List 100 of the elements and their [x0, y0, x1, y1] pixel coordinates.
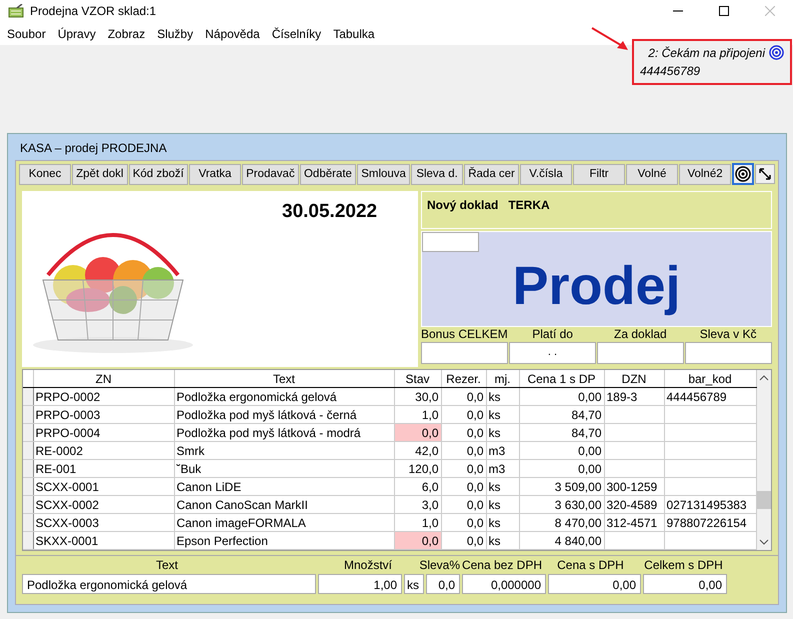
- table-cell: 0,0: [441, 460, 486, 478]
- connection-status: 2: Čekám na připojeni: [648, 46, 765, 60]
- column-header[interactable]: Stav: [394, 370, 441, 388]
- table-cell: 189-3: [604, 388, 664, 406]
- table-cell: Podložka pod myš látková - černá: [174, 406, 394, 424]
- table-cell: ks: [486, 424, 519, 442]
- table-cell: ks: [486, 532, 519, 550]
- table-cell: 8 470,00: [519, 514, 604, 532]
- column-header[interactable]: Rezer.: [441, 370, 486, 388]
- table-cell: 42,0: [394, 442, 441, 460]
- bonus-field[interactable]: [421, 342, 508, 364]
- table-cell: 3 509,00: [519, 478, 604, 496]
- table-cell: SCXX-0003: [33, 514, 174, 532]
- column-header[interactable]: ZN: [33, 370, 174, 388]
- column-header[interactable]: bar_kod: [664, 370, 756, 388]
- table-cell: 978807226154: [664, 514, 756, 532]
- table-cell: Canon CanoScan MarkII: [174, 496, 394, 514]
- toolbar-button[interactable]: Kód zboží: [128, 164, 188, 184]
- menu-item[interactable]: Zobraz: [108, 26, 146, 40]
- table-cell: 120,0: [394, 460, 441, 478]
- table-cell: 0,0: [441, 388, 486, 406]
- column-header[interactable]: mj.: [486, 370, 519, 388]
- table-cell: m3: [486, 460, 519, 478]
- table-cell: 320-4589: [604, 496, 664, 514]
- table-cell: Smrk: [174, 442, 394, 460]
- table-cell: Canon LiDE: [174, 478, 394, 496]
- entry-label: Cena bez DPH: [460, 558, 544, 572]
- table-cell: 0,00: [519, 460, 604, 478]
- table-cell: 0,0: [441, 424, 486, 442]
- bonus-field[interactable]: [597, 342, 684, 364]
- entry-label: Cena s DPH: [556, 558, 625, 572]
- bonus-label: Sleva v Kč: [698, 327, 758, 342]
- table-cell: 84,70: [519, 406, 604, 424]
- resize-icon[interactable]: [755, 164, 776, 184]
- scroll-up-icon[interactable]: [758, 374, 769, 382]
- menu-item[interactable]: Nápověda: [205, 26, 260, 40]
- target-icon[interactable]: [732, 163, 754, 185]
- toolbar-button[interactable]: Odběrate: [300, 164, 356, 184]
- text-field[interactable]: Podložka ergonomická gelová: [22, 574, 316, 594]
- discount-field[interactable]: 0,0: [426, 574, 460, 594]
- input-field[interactable]: [422, 232, 479, 252]
- column-header[interactable]: Cena 1 s DP: [519, 370, 604, 388]
- window-title: Prodejna VZOR sklad:1: [30, 4, 156, 18]
- table-cell: 84,70: [519, 424, 604, 442]
- table-cell: 0,0: [394, 424, 441, 442]
- mode-title: Prodej: [512, 255, 681, 317]
- toolbar-button[interactable]: Smlouva: [357, 164, 410, 184]
- toolbar-button[interactable]: Filtr: [573, 164, 626, 184]
- table-cell: ks: [486, 388, 519, 406]
- toolbar-button[interactable]: Řada cer: [464, 164, 520, 184]
- scroll-thumb[interactable]: [756, 491, 771, 509]
- table-cell: 0,00: [519, 388, 604, 406]
- table-cell: [604, 442, 664, 460]
- toolbar-button[interactable]: Konec: [19, 164, 71, 184]
- toolbar-button[interactable]: Sleva d.: [411, 164, 464, 184]
- toolbar-button[interactable]: Vratka: [189, 164, 241, 184]
- total-field[interactable]: 0,00: [643, 574, 727, 594]
- table-cell: Podložka ergonomická gelová: [174, 388, 394, 406]
- unit-field: ks: [404, 574, 424, 594]
- close-icon[interactable]: [765, 6, 775, 16]
- table-cell: [604, 532, 664, 550]
- table-cell: ks: [486, 496, 519, 514]
- table-cell: 0,0: [441, 442, 486, 460]
- menu-item[interactable]: Číselníky: [272, 26, 322, 40]
- menu-item[interactable]: Soubor: [7, 26, 46, 40]
- toolbar-button[interactable]: Volné2: [679, 164, 732, 184]
- table-cell: Canon imageFORMALA: [174, 514, 394, 532]
- table-cell: m3: [486, 442, 519, 460]
- price-net-field[interactable]: 0,000000: [462, 574, 546, 594]
- toolbar-button[interactable]: Volné: [626, 164, 678, 184]
- toolbar-button[interactable]: Prodavač: [242, 164, 299, 184]
- kasa-title: KASA – prodej PRODEJNA: [19, 140, 168, 157]
- document-label: Nový doklad TERKA: [427, 198, 550, 212]
- bonus-field[interactable]: . .: [509, 342, 596, 364]
- toolbar-button[interactable]: V.čísla: [520, 164, 572, 184]
- menu-item[interactable]: Tabulka: [333, 26, 375, 40]
- price-field[interactable]: 0,00: [548, 574, 641, 594]
- table-cell: 0,00: [519, 442, 604, 460]
- table-cell: 0,0: [441, 406, 486, 424]
- menu-item[interactable]: Služby: [157, 26, 194, 40]
- scroll-down-icon[interactable]: [758, 538, 769, 546]
- table-cell: ks: [486, 478, 519, 496]
- table-cell: 027131495383: [664, 496, 756, 514]
- table-cell: Epson Perfection: [174, 532, 394, 550]
- table-cell: SCXX-0002: [33, 496, 174, 514]
- maximize-icon[interactable]: [719, 6, 729, 16]
- column-header[interactable]: DZN: [604, 370, 664, 388]
- barcode-text: 444456789: [640, 64, 702, 78]
- toolbar-button[interactable]: Zpět dokl: [72, 164, 128, 184]
- table-cell: 0,0: [441, 532, 486, 550]
- table-cell: ks: [486, 514, 519, 532]
- bonus-field[interactable]: [685, 342, 772, 364]
- scrollbar[interactable]: [756, 370, 771, 550]
- table-cell: 30,0: [394, 388, 441, 406]
- entry-label: Text: [154, 558, 179, 572]
- annotation-arrow: [590, 26, 630, 52]
- table-cell: 4 840,00: [519, 532, 604, 550]
- column-header[interactable]: Text: [174, 370, 394, 388]
- menu-item[interactable]: Úpravy: [58, 26, 96, 40]
- quantity-field[interactable]: 1,00: [318, 574, 402, 594]
